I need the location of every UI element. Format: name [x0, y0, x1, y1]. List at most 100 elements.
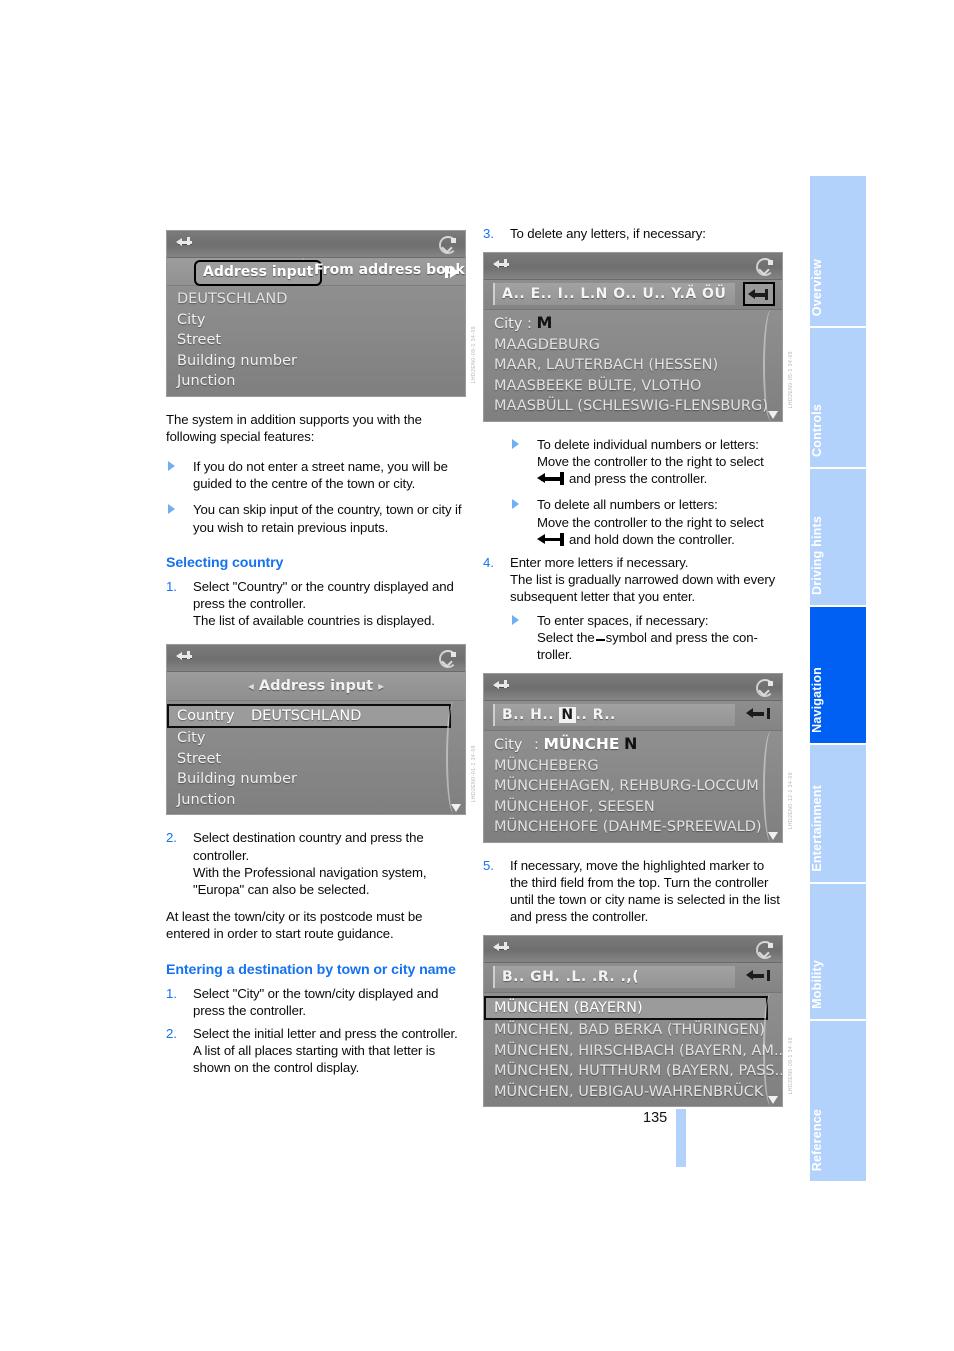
prev-arrow-icon[interactable]: ◂ [243, 679, 259, 693]
list-item[interactable]: MÜNCHEN, HIRSCHBACH (BAYERN, AM... [484, 1041, 782, 1062]
next-arrow-icon[interactable]: ▸ [373, 679, 389, 693]
triangle-bullet-icon [168, 504, 175, 515]
city-input-row[interactable]: City: MÜNCHE N [484, 734, 782, 756]
compass-icon [755, 678, 774, 698]
city-input-row[interactable]: City : M [484, 313, 782, 335]
compass-icon [755, 257, 774, 277]
manual-page: Address input From address book DEUTSCHL… [0, 0, 954, 1351]
list-item: To delete all numbers or letters: Move t… [510, 496, 783, 548]
list-item[interactable]: MÜNCHEBERG [484, 756, 782, 777]
back-arrow-icon[interactable] [176, 237, 194, 251]
letter-strip-text: A.. E.. I.. L.N O.. U.. Y.Ä ÖÜ [502, 286, 727, 303]
list-item[interactable]: City [167, 728, 465, 749]
list-item[interactable]: MAAGDEBURG [484, 335, 782, 356]
list-item-selected[interactable]: MÜNCHEN (BAYERN) [484, 996, 768, 1021]
tab-address-input[interactable]: Address input [194, 260, 323, 286]
list-item[interactable]: Junction [167, 790, 465, 811]
step-text: Select the initial letter and press the … [193, 1025, 458, 1076]
scrollbar[interactable] [763, 310, 780, 421]
letter-strip[interactable]: B.. GH. .L. .R. .,( [493, 966, 735, 989]
scrollbar[interactable] [446, 701, 463, 815]
back-arrow-icon[interactable] [176, 651, 194, 665]
list-item[interactable]: Building number [167, 769, 465, 790]
step-text: If necessary, move the highlighted marke… [510, 857, 780, 925]
backspace-icon[interactable] [743, 703, 775, 727]
triangle-bullet-icon [168, 460, 175, 471]
letter-strip[interactable]: A.. E.. I.. L.N O.. U.. Y.Ä ÖÜ [493, 283, 735, 306]
backspace-icon[interactable] [743, 282, 775, 307]
paragraph-postcode: At least the town/city or its postcode m… [166, 909, 423, 942]
city-value: MÜNCHE [543, 735, 620, 754]
list-item: 4. Enter more letters if necessary. The … [483, 554, 783, 606]
sidebar-item-navigation[interactable]: Navigation [810, 607, 866, 743]
list-item[interactable]: Building number [167, 351, 465, 372]
list-item[interactable]: MAASBEEKE BÜLTE, VLOTHO [484, 376, 782, 397]
list-item[interactable]: City [167, 310, 465, 331]
back-arrow-icon[interactable] [493, 942, 511, 956]
scroll-down-arrow-icon[interactable] [451, 804, 461, 813]
scroll-down-arrow-icon[interactable] [768, 1096, 778, 1105]
list-item: You can skip input of the country, town … [166, 501, 466, 535]
nav-list: MÜNCHEN (BAYERN) MÜNCHEN, BAD BERKA (THÜ… [484, 993, 782, 1107]
list-item-selected[interactable]: Country DEUTSCHLAND [167, 704, 451, 729]
list-item[interactable]: MAAR, LAUTERBACH (HESSEN) [484, 355, 782, 376]
letter-strip-row: A.. E.. I.. L.N O.. U.. Y.Ä ÖÜ [484, 280, 782, 311]
triangle-bullet-icon [512, 614, 519, 625]
sidebar-item-driving-hints[interactable]: Driving hints [810, 469, 866, 605]
bullet-text: If you do not enter a street name, you w… [193, 458, 448, 492]
scrollbar[interactable] [763, 993, 780, 1107]
sidebar-item-reference[interactable]: Reference [810, 1021, 866, 1181]
step-text: To delete any letters, if necessary: [510, 226, 706, 241]
back-arrow-icon[interactable] [493, 259, 511, 273]
screenshot-letters-m: A.. E.. I.. L.N O.. U.. Y.Ä ÖÜ City : M … [483, 252, 794, 422]
backspace-icon[interactable] [743, 965, 775, 989]
list-item: 1. Select "Country" or the country displ… [166, 578, 466, 630]
step-number: 4. [483, 554, 494, 570]
scrollbar[interactable] [763, 731, 780, 842]
list-item[interactable]: Street [167, 330, 465, 351]
list-item[interactable]: MÜNCHEN, HUTTHURM (BAYERN, PASS... [484, 1061, 782, 1082]
bullet-line-1: To delete individual numbers or letters: [537, 436, 759, 452]
list-item[interactable]: MÜNCHEHOFE (DAHME-SPREEWALD) [484, 817, 782, 838]
step-number: 5. [483, 857, 494, 873]
scroll-down-arrow-icon[interactable] [768, 410, 778, 419]
tab-from-address-book[interactable]: From address book [314, 261, 465, 280]
step-text: Select destination country and press the… [193, 830, 427, 897]
tab-next-arrow-icon[interactable] [445, 266, 459, 278]
right-column: 3. To delete any letters, if necessary: … [483, 225, 794, 1121]
heading-entering-destination: Entering a destination by town or city n… [166, 961, 456, 978]
list-item[interactable]: DEUTSCHLAND [167, 289, 465, 310]
sidebar-item-label: Entertainment [810, 785, 824, 872]
page-marker-bar [676, 1109, 686, 1167]
list-item[interactable]: MÜNCHEN, UEBIGAU-WAHRENBRÜCK [484, 1082, 782, 1103]
sidebar-item-label: Reference [810, 1108, 824, 1171]
step-number: 1. [166, 578, 177, 594]
step-number: 2. [166, 830, 177, 846]
letter-strip[interactable]: B.. H.. N.. R.. [493, 704, 735, 727]
city-label: City : [494, 316, 532, 333]
page-number: 135 [643, 1110, 668, 1126]
sidebar-item-entertainment[interactable]: Entertainment [810, 745, 866, 882]
bullet-line-3: troller. [537, 646, 573, 662]
scrollbar-curve [446, 701, 462, 815]
list-item[interactable]: Junction [167, 371, 465, 392]
sidebar-item-mobility[interactable]: Mobility [810, 884, 866, 1019]
sidebar-item-controls[interactable]: Controls [810, 328, 866, 467]
letter-strip-row: B.. H.. N.. R.. [484, 701, 782, 732]
list-item: 2. Select the initial letter and press t… [166, 1025, 466, 1077]
bullet-line-2-post: symbol and press the con- [605, 629, 758, 645]
list-item[interactable]: MÜNCHEHOF, SEESEN [484, 797, 782, 818]
list-item[interactable]: MAASBÜLL (SCHLESWIG-FLENSBURG) [484, 396, 782, 417]
nav-topbar [167, 231, 465, 258]
letter-strip-highlight[interactable]: N [559, 707, 576, 724]
scroll-down-arrow-icon[interactable] [768, 831, 778, 840]
step-number: 1. [166, 985, 177, 1001]
compass-icon [438, 649, 457, 669]
bullet-line-2-pre: Select the [537, 629, 595, 645]
list-item[interactable]: Street [167, 749, 465, 770]
back-arrow-icon[interactable] [493, 680, 511, 694]
sidebar-item-overview[interactable]: Overview [810, 176, 866, 326]
list-item[interactable]: MÜNCHEN, BAD BERKA (THÜRINGEN) [484, 1020, 782, 1041]
step-4-block: 4. Enter more letters if necessary. The … [483, 554, 783, 606]
list-item[interactable]: MÜNCHEHAGEN, REHBURG-LOCCUM [484, 776, 782, 797]
